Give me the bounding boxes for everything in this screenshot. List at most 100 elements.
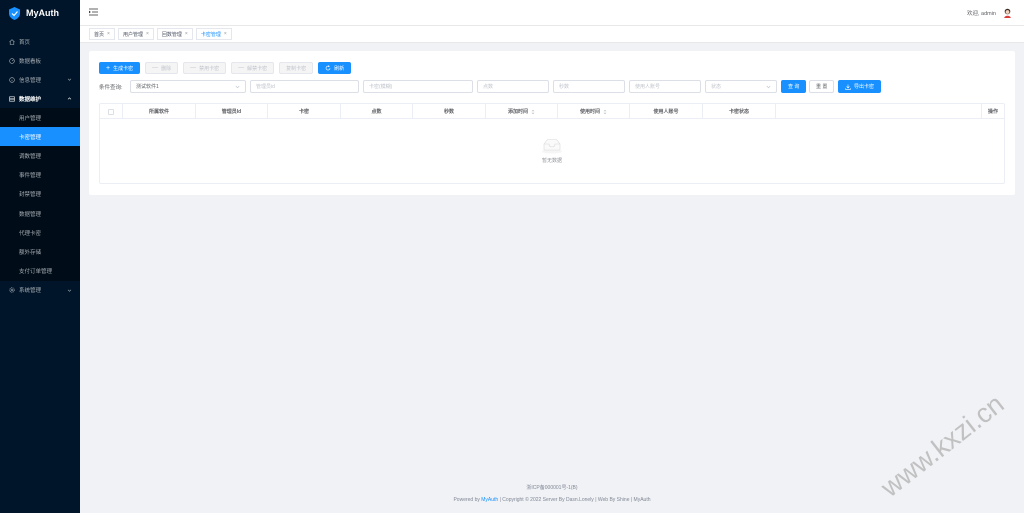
column-header-user-account: 使用人账号: [630, 104, 703, 119]
chevron-down-icon: [235, 85, 240, 89]
close-icon[interactable]: ×: [185, 31, 188, 37]
logo-shield-icon: [9, 6, 20, 20]
reset-button[interactable]: 重 置: [809, 80, 835, 93]
software-select[interactable]: 测试软件1: [130, 80, 246, 93]
sidebar-subitem-label: 支付订单管理: [19, 269, 53, 276]
sidebar-item-label: 数据看板: [19, 58, 42, 65]
sidebar-subitem-bans[interactable]: 封禁管理: [0, 185, 80, 204]
generate-card-button[interactable]: + 生成卡密: [99, 62, 141, 74]
close-icon[interactable]: ×: [107, 31, 110, 37]
copyright-text: | Copyright © 2022 Server By Dasn.Lonely…: [499, 497, 651, 503]
close-icon[interactable]: ×: [146, 31, 149, 37]
empty-box-icon: [542, 139, 562, 154]
column-header-points: 点数: [341, 104, 413, 119]
points-input[interactable]: 点数: [477, 80, 549, 93]
welcome-text: 欢迎, admin: [967, 9, 996, 17]
unban-card-button[interactable]: — 解禁卡密: [231, 62, 275, 74]
card-fuzzy-input[interactable]: 卡密(模糊): [363, 80, 473, 93]
tab-calls[interactable]: 回数管理 ×: [156, 28, 193, 40]
sort-icon[interactable]: [603, 109, 607, 115]
column-header-card-status: 卡密状态: [703, 104, 776, 119]
watermark: www.kxzi.cn: [880, 389, 1010, 504]
button-label: 禁用卡密: [199, 65, 220, 72]
top-header: 欢迎, admin: [80, 0, 1024, 26]
sidebar-subitem-events[interactable]: 事件管理: [0, 166, 80, 185]
sidebar-subitem-label: 代理卡密: [19, 230, 42, 237]
sidebar-item-data-maintenance[interactable]: 数据维护: [0, 89, 80, 108]
sidebar-subitem-agent-cards[interactable]: 代理卡密: [0, 223, 80, 242]
button-label: 复制卡密: [286, 65, 307, 72]
sidebar-item-info[interactable]: 信息管理: [0, 70, 80, 89]
button-label: 删除: [161, 65, 172, 72]
button-label: 重 置: [816, 84, 828, 90]
minus-icon: —: [238, 65, 245, 71]
minus-icon: —: [152, 65, 159, 71]
button-label: 生成卡密: [113, 65, 134, 72]
chevron-down-icon: [67, 289, 72, 292]
sidebar-item-label: 系统管理: [19, 288, 42, 295]
export-card-button[interactable]: 导出卡密: [838, 80, 882, 93]
sidebar-subitem-calls[interactable]: 调数管理: [0, 146, 80, 165]
column-header-admin-id: 管理员Id: [196, 104, 268, 119]
copy-card-button[interactable]: 复制卡密: [279, 62, 314, 74]
delete-button[interactable]: — 删除: [145, 62, 179, 74]
sidebar-item-home[interactable]: 首页: [0, 32, 80, 51]
sidebar-subitem-cards[interactable]: 卡密管理: [0, 127, 80, 147]
close-icon[interactable]: ×: [224, 31, 227, 37]
sidebar-subitem-users[interactable]: 用户管理: [0, 108, 80, 127]
hamburger-menu-icon[interactable]: [89, 8, 98, 16]
avatar[interactable]: [1003, 8, 1012, 18]
column-label: 使用人账号: [653, 109, 679, 115]
placeholder: 管理员id: [256, 84, 275, 90]
sidebar-subitem-label: 数据管理: [19, 211, 42, 218]
seconds-input[interactable]: 秒数: [553, 80, 625, 93]
column-label: 所属软件: [148, 109, 169, 115]
empty-state: 暂无数据: [100, 119, 1004, 183]
status-select[interactable]: 状态: [705, 80, 777, 93]
minus-icon: —: [190, 65, 197, 71]
settings-icon: [8, 287, 15, 294]
column-header-use-time[interactable]: 使用时间: [558, 104, 630, 119]
tab-users[interactable]: 用户管理 ×: [117, 28, 154, 40]
sidebar-subitem-orders[interactable]: 支付订单管理: [0, 262, 80, 281]
button-label: 查 询: [788, 84, 800, 90]
main-card: + 生成卡密 — 删除 — 禁用卡密 — 解禁卡密 复制卡密 刷新 条件查询: …: [89, 51, 1015, 195]
sidebar-subitem-data[interactable]: 数据管理: [0, 204, 80, 223]
refresh-button[interactable]: 刷新: [318, 62, 352, 74]
column-header-add-time[interactable]: 添加时间: [486, 104, 558, 119]
column-header-software: 所属软件: [123, 104, 196, 119]
button-label: 解禁卡密: [247, 65, 268, 72]
username[interactable]: admin: [981, 11, 996, 17]
disable-card-button[interactable]: — 禁用卡密: [183, 62, 227, 74]
sidebar-item-system[interactable]: 系统管理: [0, 281, 80, 300]
icp-text: 浙ICP备000001号-1(B): [526, 485, 578, 491]
logo[interactable]: MyAuth: [0, 0, 80, 26]
placeholder: 使用人账号: [635, 84, 661, 90]
sidebar-subitem-storage[interactable]: 额外存储: [0, 242, 80, 261]
sidebar-subitem-label: 用户管理: [19, 115, 42, 122]
welcome-label: 欢迎,: [966, 11, 980, 17]
sidebar: MyAuth 首页 数据看板 信息管理 数据维护 用户管理 卡密管理 调数管理 …: [0, 0, 80, 513]
sidebar-subitem-label: 卡密管理: [19, 134, 42, 141]
column-header-card: 卡密: [268, 104, 341, 119]
sidebar-subitem-label: 额外存储: [19, 249, 42, 256]
tab-cards[interactable]: 卡密管理 ×: [195, 28, 232, 40]
placeholder: 状态: [711, 84, 722, 90]
table-header: 所属软件 管理员Id 卡密 点数 秒数 添加时间 使用时间 使用人账号 卡密状态…: [100, 104, 1004, 119]
tab-home[interactable]: 首页 ×: [89, 28, 115, 40]
admin-id-input[interactable]: 管理员id: [250, 80, 359, 93]
user-account-input[interactable]: 使用人账号: [629, 80, 701, 93]
app-name: MyAuth: [26, 8, 59, 18]
column-label: 点数: [371, 109, 382, 115]
software-value: 测试软件1: [136, 84, 159, 90]
sidebar-item-dashboard[interactable]: 数据看板: [0, 51, 80, 70]
search-button[interactable]: 查 询: [781, 80, 807, 93]
select-all-checkbox[interactable]: [108, 108, 114, 115]
sort-icon[interactable]: [531, 109, 535, 115]
sidebar-item-label: 数据维护: [19, 96, 42, 103]
powered-brand-link[interactable]: MyAuth: [481, 497, 498, 503]
column-label: 秒数: [443, 109, 454, 115]
column-label: 使用时间: [579, 109, 600, 115]
button-label: 导出卡密: [854, 84, 875, 90]
plus-icon: +: [106, 64, 111, 72]
